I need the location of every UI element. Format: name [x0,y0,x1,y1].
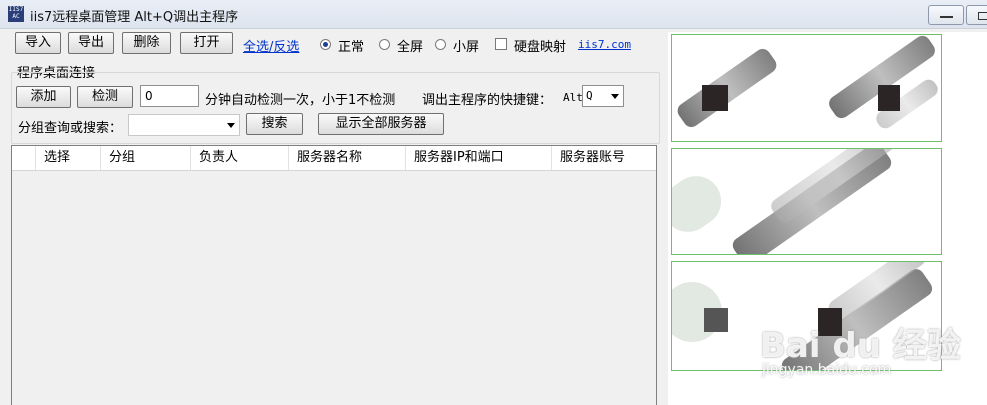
window-title: iis7远程桌面管理 Alt+Q调出主程序 [30,10,239,25]
hotkey-select[interactable]: Q [582,85,624,107]
table-header: 选择 分组 负责人 服务器名称 服务器IP和端口 服务器账号 [12,146,656,171]
select-all-link[interactable]: 全选/反选 [243,36,299,55]
column-header-server-name[interactable]: 服务器名称 [288,146,405,170]
open-button[interactable]: 打开 [180,32,233,54]
column-header-server-account[interactable]: 服务器账号 [551,146,656,170]
chevron-down-icon [611,94,619,99]
maximize-button[interactable] [966,5,987,25]
show-all-servers-button[interactable]: 显示全部服务器 [318,113,444,135]
hotkey-value: Q [586,89,593,102]
check-button[interactable]: 检测 [77,86,133,108]
table-header-gutter [12,146,35,170]
column-header-select[interactable]: 选择 [35,146,100,170]
search-button[interactable]: 搜索 [246,113,303,135]
mode-small-radio[interactable] [435,39,446,50]
column-header-owner[interactable]: 负责人 [190,146,288,170]
watermark-logo: Bai du 经验 [760,326,961,366]
site-link[interactable]: iis7.com [578,38,631,51]
column-header-server-ip-port[interactable]: 服务器IP和端口 [405,146,551,170]
interval-input[interactable] [140,85,199,107]
hotkey-label: 调出主程序的快捷键： [422,93,553,108]
mode-fullscreen-radio[interactable] [379,39,390,50]
search-label: 分组查询或搜索： [18,121,123,136]
mode-normal-label: 正常 [338,40,365,55]
chevron-down-icon [227,123,235,128]
app-icon: IIS7 AC [8,6,24,22]
mode-small-label: 小屏 [453,40,480,55]
title-bar: IIS7 AC iis7远程桌面管理 Alt+Q调出主程序 [0,0,987,29]
maximize-icon [978,12,987,20]
disk-mapping-label: 硬盘映射 [514,40,567,55]
add-button[interactable]: 添加 [16,86,71,108]
mode-normal-radio[interactable] [320,39,331,50]
export-button[interactable]: 导出 [68,32,114,54]
preview-thumbnail[interactable] [671,148,942,255]
delete-button[interactable]: 删除 [122,32,171,54]
column-header-group[interactable]: 分组 [100,146,190,170]
disk-mapping-checkbox[interactable] [495,38,507,50]
interval-description: 分钟自动检测一次，小于1不检测 [205,93,396,108]
mode-fullscreen-label: 全屏 [397,40,424,55]
search-combo[interactable] [128,114,240,136]
minimize-button[interactable] [928,5,964,25]
preview-thumbnail[interactable] [671,34,942,142]
watermark-url: jingyan.baidu.com [762,362,892,378]
import-button[interactable]: 导入 [15,32,61,54]
server-table: 选择 分组 负责人 服务器名称 服务器IP和端口 服务器账号 [11,145,657,405]
minimize-icon [940,16,953,18]
